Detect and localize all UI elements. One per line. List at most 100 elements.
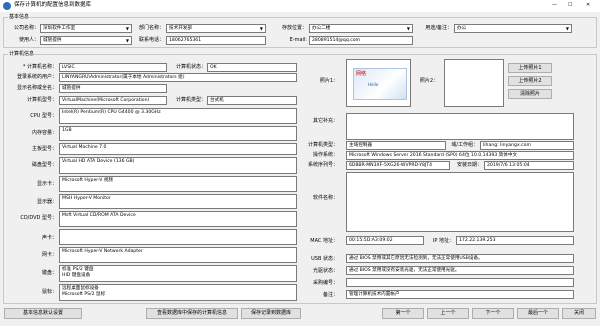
company-value: 深圳软件工作室 <box>43 26 76 31</box>
domain-field[interactable]: lihang: linyangx.com <box>480 141 574 150</box>
monitor-field[interactable]: MSH Hyper-V Monitor <box>59 194 297 209</box>
install-date-field[interactable]: 2019/7/6 13:05:04 <box>484 161 574 170</box>
cdrom-label: CD/DVD 型号： <box>20 215 57 221</box>
contact-field[interactable]: 18062765361 <box>166 36 266 45</box>
maximize-icon[interactable]: ☐ <box>568 2 572 9</box>
sound-field[interactable] <box>59 229 297 245</box>
os-type-label: 计算机类型： <box>307 142 338 148</box>
memory-field[interactable]: 1GB <box>59 126 297 141</box>
mac-label: MAC 地址： <box>310 238 338 244</box>
window-title: 保存计算机的配置信息到数据库 <box>14 2 92 8</box>
usb-value: 通过 BIOS 禁用或其它原因无法检测到，无法正常使用USB设备。 <box>349 256 483 261</box>
mouse-field[interactable]: 远程桌面鼠标设备 Microsoft PS/2 鼠标 <box>59 284 297 301</box>
domain-label: 域/工作组： <box>451 142 478 148</box>
network-field[interactable]: Microsoft Hyper-V Network Adapter <box>59 247 297 263</box>
os-name-field[interactable]: Microsoft Windows Server 2016 Standard (… <box>346 151 574 160</box>
login-field[interactable]: LINYANGRU\Administrator(属于本地 Administrat… <box>59 73 297 82</box>
cdrom-field[interactable]: Msft Virtual CD/ROM ATA Device <box>59 211 297 227</box>
chevron-down-icon: ▼ <box>259 26 263 31</box>
save-to-database-button[interactable]: 保存记录到数据库 <box>241 308 301 319</box>
domain-value: lihang: linyangx.com <box>483 143 531 148</box>
display-value: Microsoft Hyper-V 视频 <box>62 178 114 183</box>
cd-status-value: 通过 BIOS 禁用或没有安装光驱，无法正常使用光驱。 <box>349 268 460 273</box>
disk-value: Virtual HD ATA Device (136 GB) <box>62 159 135 164</box>
os-name-value: Microsoft Windows Server 2016 Standard (… <box>349 153 518 158</box>
type-value: 台式机 <box>210 98 224 103</box>
clear-photo-button[interactable]: 清除照片 <box>508 89 552 99</box>
type-field[interactable]: 台式机 <box>207 96 297 105</box>
model-field[interactable]: VirtualMachine(Microsoft Corporation) <box>59 96 167 105</box>
photo1-box[interactable]: 网络 Hello <box>346 59 411 107</box>
monitor-label: 显示器： <box>36 199 57 205</box>
purchase-no-field[interactable] <box>346 278 574 287</box>
cd-status-label: 光驱状态： <box>312 268 338 274</box>
dept-select[interactable]: 技术开发部 ▼ <box>166 24 266 33</box>
photo1-thumbnail: 网络 Hello <box>353 68 407 100</box>
mac-value: 00:15:5D:A3:09:02 <box>349 238 393 243</box>
last-record-button[interactable]: 最后一个 <box>517 308 559 319</box>
first-record-button[interactable]: 第一个 <box>382 308 424 319</box>
contact-label: 联系电话： <box>138 37 164 43</box>
location-value: 办公二楼 <box>312 26 331 31</box>
network-label: 网卡： <box>41 252 57 258</box>
login-value: LINYANGRU\Administrator(属于本地 Administrat… <box>62 75 185 80</box>
model-value: VirtualMachine(Microsoft Corporation) <box>62 98 150 103</box>
chevron-down-icon: ▼ <box>406 26 410 31</box>
close-icon[interactable]: ✕ <box>586 2 590 9</box>
view-database-button[interactable]: 查看数据库中保存的计算机信息 <box>146 308 238 319</box>
os-type-value: 主域控制器 <box>349 143 372 148</box>
board-value: Virtual Machine 7.0 <box>62 145 107 150</box>
cpu-field[interactable]: Intel(R) Pentium(R) CPU G4400 @ 3.30GHz <box>59 108 297 124</box>
user-select[interactable]: 城管提供 ▼ <box>40 36 132 45</box>
photo2-box[interactable] <box>444 59 504 107</box>
computer-name-field[interactable]: LVSIC <box>59 63 167 72</box>
software-label: 软件名称： <box>312 195 338 201</box>
purchase-no-label: 采购编号： <box>312 280 338 286</box>
display-field[interactable]: Microsoft Hyper-V 视频 <box>59 176 297 192</box>
status-field[interactable]: OK <box>207 63 297 72</box>
serial-label: 系统序列号： <box>307 162 338 168</box>
remark-field[interactable]: 管理计算机技术内置帐户 <box>346 290 574 299</box>
photo1-caption: Hello <box>368 82 379 87</box>
fullname-field[interactable]: 城管提供 <box>59 84 167 93</box>
network-value: Microsoft Hyper-V Network Adapter <box>62 249 143 254</box>
next-record-button[interactable]: 下一个 <box>472 308 514 319</box>
default-settings-button[interactable]: 基本信息默认设置 <box>4 308 82 319</box>
cd-status-field[interactable]: 通过 BIOS 禁用或没有安装光驱，无法正常使用光驱。 <box>346 266 574 275</box>
chevron-down-icon: ▼ <box>125 26 129 31</box>
photo1-text: 网络 <box>356 71 367 77</box>
upload-photo1-button[interactable]: 上传照片1 <box>508 63 552 73</box>
prev-record-button[interactable]: 上一个 <box>427 308 469 319</box>
company-select[interactable]: 深圳软件工作室 ▼ <box>40 24 132 33</box>
ip-field[interactable]: 172.22.139.253 <box>456 236 574 245</box>
close-button[interactable]: 关闭 <box>562 308 596 319</box>
fullname-value: 城管提供 <box>62 86 81 91</box>
os-name-label: 操作系统： <box>312 152 338 158</box>
upload-photo2-button[interactable]: 上传照片2 <box>508 76 552 86</box>
email-field[interactable]: 280891514@qq.com <box>309 36 413 45</box>
board-label: 主板型号： <box>31 146 57 152</box>
keyboard-field[interactable]: 标准 PS/2 键盘 HID 键盘设备 <box>59 265 297 282</box>
board-field[interactable]: Virtual Machine 7.0 <box>59 143 297 155</box>
remark-label: 备注： <box>322 292 338 298</box>
serial-field[interactable]: 6D8BR-MN3XF-5XG26-WVPRD-Y8JT4 <box>346 161 450 170</box>
location-select[interactable]: 办公二楼 ▼ <box>309 24 413 33</box>
email-value: 280891514@qq.com <box>312 38 361 43</box>
chevron-down-icon: ▼ <box>125 38 129 43</box>
other-field[interactable] <box>346 113 574 140</box>
usb-field[interactable]: 通过 BIOS 禁用或其它原因无法检测到，无法正常使用USB设备。 <box>346 254 574 263</box>
minimize-icon[interactable]: — <box>552 2 557 9</box>
login-label: 登录系统的用户： <box>16 74 57 80</box>
sound-label: 声卡： <box>41 235 57 241</box>
monitor-value: MSH Hyper-V Monitor <box>62 196 111 201</box>
software-field[interactable] <box>346 172 574 232</box>
photo2-label: 照片2： <box>419 78 438 84</box>
user-label: 使用人： <box>18 37 39 43</box>
purpose-select[interactable]: 办公 ▼ <box>454 24 572 33</box>
os-type-field[interactable]: 主域控制器 <box>346 141 446 150</box>
ip-value: 172.22.139.253 <box>459 238 496 243</box>
status-label: 计算机状态： <box>175 64 206 70</box>
mac-field[interactable]: 00:15:5D:A3:09:02 <box>346 236 424 245</box>
display-label: 显示卡： <box>36 181 57 187</box>
disk-field[interactable]: Virtual HD ATA Device (136 GB) <box>59 157 297 174</box>
